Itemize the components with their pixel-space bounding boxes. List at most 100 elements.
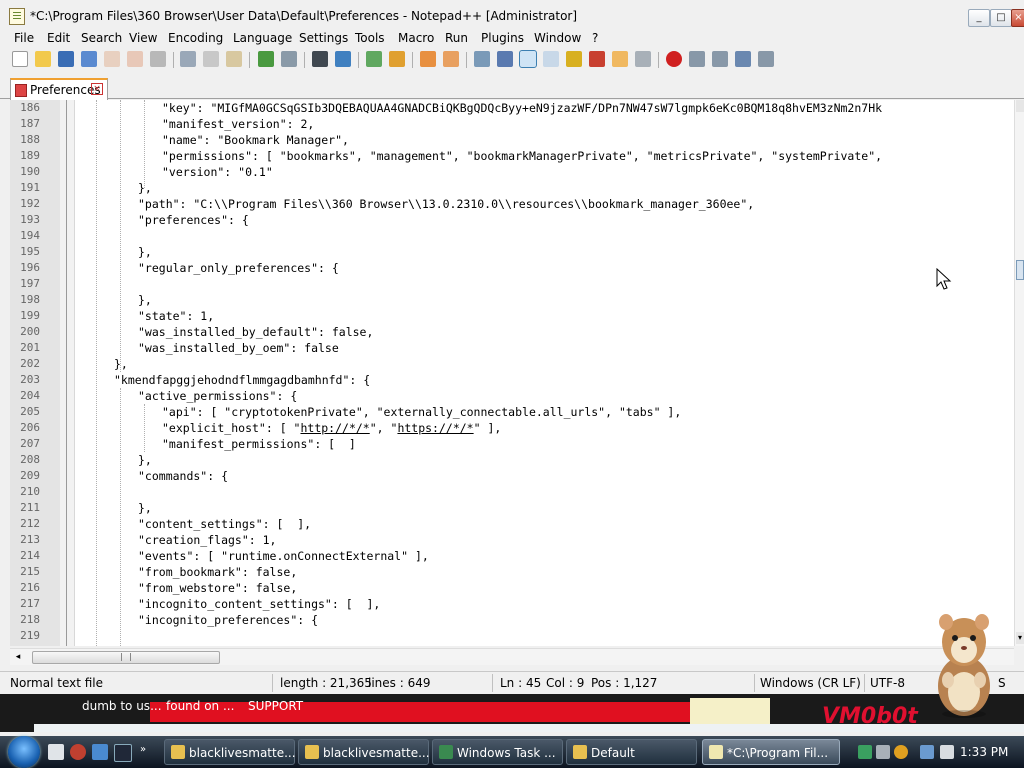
- close-all-icon[interactable]: [127, 51, 143, 67]
- scroll-up-icon[interactable]: [1016, 100, 1024, 112]
- start-button[interactable]: [8, 736, 40, 768]
- open-file-icon[interactable]: [35, 51, 51, 67]
- cut-icon[interactable]: [180, 51, 196, 67]
- url-link[interactable]: https://*/*: [397, 421, 473, 435]
- code-line[interactable]: 212 "content_settings": [ ],: [10, 516, 1014, 532]
- sync-vertical-icon[interactable]: [420, 51, 436, 67]
- vertical-scroll-thumb[interactable]: [1016, 260, 1024, 280]
- menu-encoding[interactable]: Encoding: [168, 31, 223, 45]
- tray-app-icon[interactable]: [858, 745, 872, 759]
- code-line[interactable]: 206 "explicit_host": [ "http://*/*", "htt…: [10, 420, 1014, 436]
- menu-tools[interactable]: Tools: [355, 31, 385, 45]
- maximize-button[interactable]: □: [990, 9, 1012, 27]
- save-macro-icon[interactable]: [758, 51, 774, 67]
- editor-area[interactable]: 186 "key": "MIGfMA0GCSqGSIb3DQEBAQUAA4GNA…: [10, 100, 1014, 646]
- tab-close-icon[interactable]: ×: [91, 83, 103, 95]
- code-line[interactable]: 196 "regular_only_preferences": {: [10, 260, 1014, 276]
- code-line[interactable]: 194: [10, 228, 1014, 244]
- code-line[interactable]: 192 "path": "C:\\Program Files\\360 Brows…: [10, 196, 1014, 212]
- new-file-icon[interactable]: [12, 51, 28, 67]
- code-line[interactable]: 198},: [10, 292, 1014, 308]
- menu-settings[interactable]: Settings: [299, 31, 348, 45]
- code-line[interactable]: 187 "manifest_version": 2,: [10, 116, 1014, 132]
- code-line[interactable]: 188 "name": "Bookmark Manager",: [10, 132, 1014, 148]
- menu-help[interactable]: ?: [592, 31, 598, 45]
- horizontal-scroll-thumb[interactable]: [32, 651, 220, 664]
- udl-icon[interactable]: [543, 51, 559, 67]
- volume-icon[interactable]: [940, 745, 954, 759]
- code-line[interactable]: 200 "was_installed_by_default": false,: [10, 324, 1014, 340]
- browser-quicklaunch-icon[interactable]: [70, 744, 86, 760]
- find-icon[interactable]: [312, 51, 328, 67]
- code-line[interactable]: 186 "key": "MIGfMA0GCSqGSIb3DQEBAQUAA4GNA…: [10, 100, 1014, 116]
- redo-icon[interactable]: [281, 51, 297, 67]
- code-line[interactable]: 203 "kmendfapggjehodndflmmgagdbamhnfd": {: [10, 372, 1014, 388]
- code-line[interactable]: 189 "permissions": [ "bookmarks", "manage…: [10, 148, 1014, 164]
- tray-connection-icon[interactable]: [920, 745, 934, 759]
- close-window-button[interactable]: ×: [1011, 9, 1024, 27]
- taskbar-item[interactable]: blacklivesmatte...: [298, 739, 430, 765]
- paste-icon[interactable]: [226, 51, 242, 67]
- zoom-in-icon[interactable]: [366, 51, 382, 67]
- zoom-out-icon[interactable]: [389, 51, 405, 67]
- menu-view[interactable]: View: [129, 31, 157, 45]
- clock[interactable]: 1:33 PM: [960, 745, 1008, 759]
- menu-window[interactable]: Window: [534, 31, 581, 45]
- scroll-down-icon[interactable]: ▾: [1016, 632, 1024, 644]
- menu-macro[interactable]: Macro: [398, 31, 434, 45]
- save-icon[interactable]: [58, 51, 74, 67]
- word-wrap-icon[interactable]: [474, 51, 490, 67]
- code-line[interactable]: 199 "state": 1,: [10, 308, 1014, 324]
- play-macro-icon[interactable]: [712, 51, 728, 67]
- menu-plugins[interactable]: Plugins: [481, 31, 524, 45]
- code-line[interactable]: 202},: [10, 356, 1014, 372]
- monitoring-icon[interactable]: [635, 51, 651, 67]
- function-list-icon[interactable]: [589, 51, 605, 67]
- code-line[interactable]: 208},: [10, 452, 1014, 468]
- media-quicklaunch-icon[interactable]: [114, 744, 132, 762]
- menu-run[interactable]: Run: [445, 31, 468, 45]
- code-line[interactable]: 210: [10, 484, 1014, 500]
- code-line[interactable]: 218 "incognito_preferences": {: [10, 612, 1014, 628]
- tray-network-icon[interactable]: [876, 745, 890, 759]
- folder-workspace-icon[interactable]: [612, 51, 628, 67]
- quicklaunch-overflow-icon[interactable]: »: [140, 744, 156, 760]
- code-line[interactable]: 205 "api": [ "cryptotokenPrivate", "exter…: [10, 404, 1014, 420]
- sync-horizontal-icon[interactable]: [443, 51, 459, 67]
- code-line[interactable]: 195},: [10, 244, 1014, 260]
- copy-icon[interactable]: [203, 51, 219, 67]
- record-macro-icon[interactable]: [666, 51, 682, 67]
- menu-language[interactable]: Language: [233, 31, 292, 45]
- print-icon[interactable]: [150, 51, 166, 67]
- code-line[interactable]: 201 "was_installed_by_oem": false: [10, 340, 1014, 356]
- code-line[interactable]: 209 "commands": {: [10, 468, 1014, 484]
- taskbar-item[interactable]: Windows Task ...: [432, 739, 563, 765]
- code-line[interactable]: 191},: [10, 180, 1014, 196]
- code-line[interactable]: 214 "events": [ "runtime.onConnectExterna…: [10, 548, 1014, 564]
- vertical-scrollbar[interactable]: ▾: [1014, 100, 1024, 646]
- url-link[interactable]: http://*/*: [300, 421, 369, 435]
- horizontal-scrollbar[interactable]: ◂: [10, 648, 1014, 665]
- code-line[interactable]: 190 "version": "0.1": [10, 164, 1014, 180]
- tray-search-icon[interactable]: [894, 745, 908, 759]
- menu-edit[interactable]: Edit: [47, 31, 70, 45]
- code-line[interactable]: 204 "active_permissions": {: [10, 388, 1014, 404]
- taskbar-item-active[interactable]: *C:\Program Fil...: [702, 739, 840, 765]
- code-line[interactable]: 216 "from_webstore": false,: [10, 580, 1014, 596]
- doc-map-icon[interactable]: [566, 51, 582, 67]
- ie-quicklaunch-icon[interactable]: [92, 744, 108, 760]
- show-all-chars-icon[interactable]: [497, 51, 513, 67]
- code-line[interactable]: 211},: [10, 500, 1014, 516]
- code-line[interactable]: 197: [10, 276, 1014, 292]
- taskbar-item[interactable]: blacklivesmatte...: [164, 739, 296, 765]
- menu-search[interactable]: Search: [81, 31, 122, 45]
- stop-record-icon[interactable]: [689, 51, 705, 67]
- save-all-icon[interactable]: [81, 51, 97, 67]
- scroll-left-icon[interactable]: ◂: [12, 651, 24, 663]
- code-line[interactable]: 215 "from_bookmark": false,: [10, 564, 1014, 580]
- minimize-button[interactable]: _: [968, 9, 990, 27]
- close-icon[interactable]: [104, 51, 120, 67]
- code-line[interactable]: 219: [10, 628, 1014, 644]
- replace-icon[interactable]: [335, 51, 351, 67]
- menu-file[interactable]: File: [14, 31, 34, 45]
